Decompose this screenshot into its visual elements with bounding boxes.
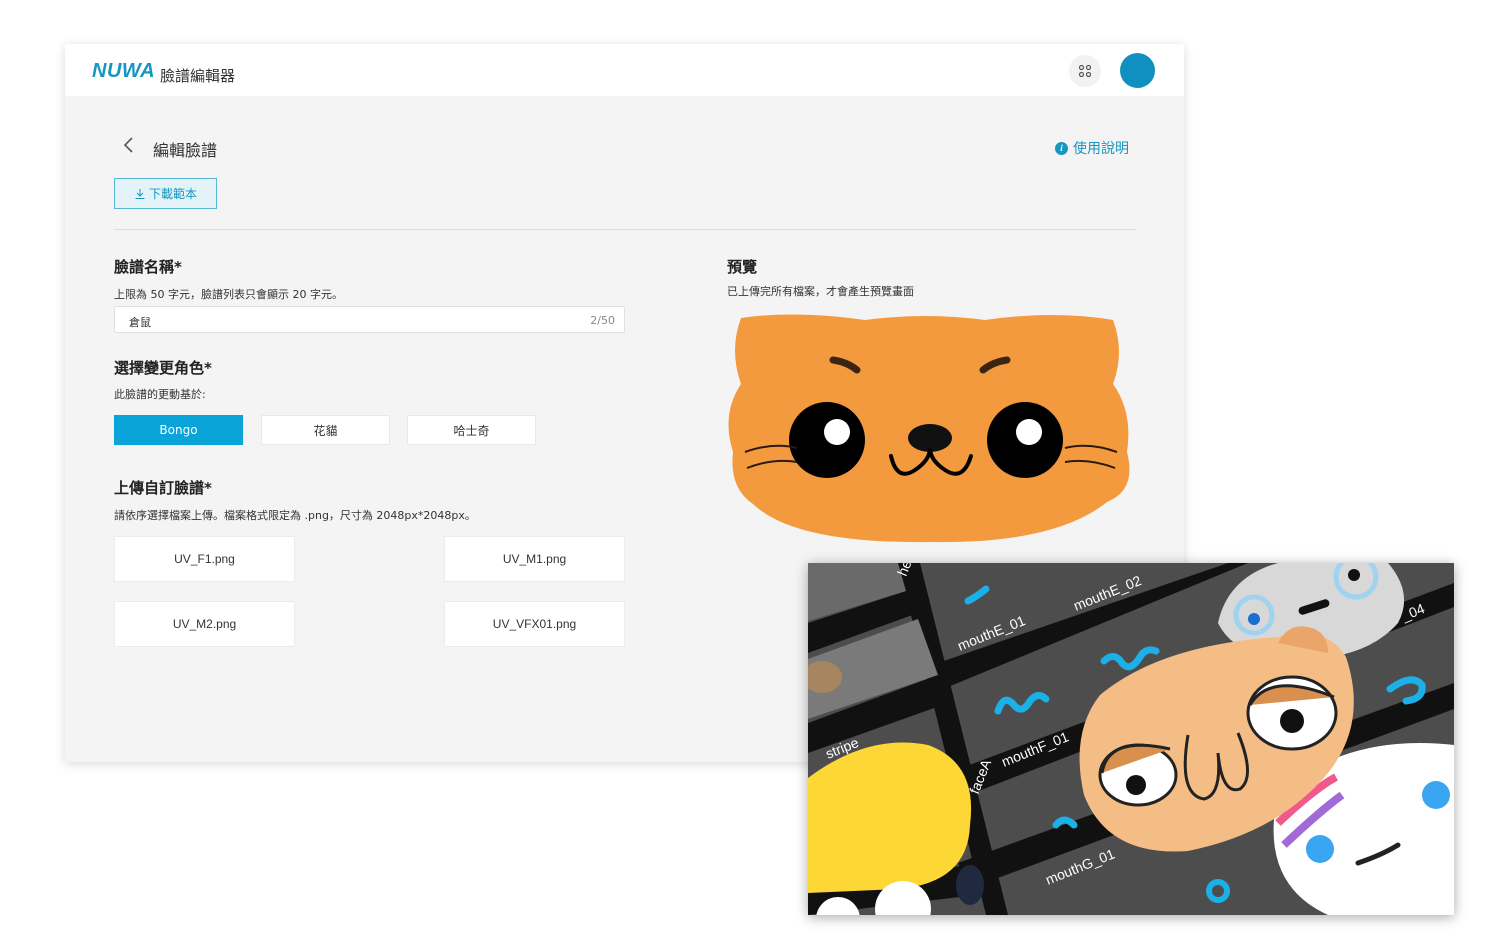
help-link[interactable]: i 使用說明	[1055, 138, 1129, 158]
face-name-title: 臉譜名稱*	[114, 258, 182, 276]
user-avatar[interactable]	[1120, 53, 1155, 88]
role-option-cat[interactable]: 花貓	[261, 415, 390, 445]
face-name-input[interactable]: 倉鼠 2/50	[114, 306, 625, 333]
cat-face-preview	[728, 314, 1130, 543]
download-icon	[135, 188, 145, 199]
role-option-husky[interactable]: 哈士奇	[407, 415, 536, 445]
upload-slot-uv-m2[interactable]: UV_M2.png	[114, 601, 295, 647]
grid-icon	[1078, 64, 1092, 78]
preview-title: 預覽	[727, 258, 758, 276]
upload-slot-uv-m1[interactable]: UV_M1.png	[444, 536, 625, 582]
char-counter: 2/50	[590, 314, 615, 327]
face-name-value: 倉鼠	[129, 316, 151, 329]
help-label: 使用說明	[1073, 141, 1129, 157]
apps-grid-button[interactable]	[1069, 55, 1101, 87]
upload-desc: 請依序選擇檔案上傳。檔案格式限定為 .png，尺寸為 2048px*2048px…	[114, 509, 476, 522]
download-label: 下載範本	[148, 187, 197, 201]
stage: NUWA 臉譜編輯器 編輯臉譜 i 使用說明 下載範本 臉譜名稱* 上限為 50…	[0, 0, 1500, 938]
page-title: 編輯臉譜	[153, 141, 218, 160]
preview-desc: 已上傳完所有檔案，才會產生預覽畫面	[727, 285, 914, 298]
uv-texture-art: mouthE_01mouthE_02mouthF_01mouthG_01stri…	[808, 563, 1454, 915]
download-template-button[interactable]: 下載範本	[114, 178, 217, 209]
info-icon: i	[1055, 141, 1068, 155]
role-option-bongo[interactable]: Bongo	[114, 415, 243, 445]
upload-slot-uv-vfx01[interactable]: UV_VFX01.png	[444, 601, 625, 647]
upload-title: 上傳自訂臉譜*	[114, 479, 212, 497]
upload-slot-uv-f1[interactable]: UV_F1.png	[114, 536, 295, 582]
back-button[interactable]	[119, 135, 139, 155]
uv-texture-image: mouthE_01 mouthE_02 mouthF_01 mouthG_01 stri…	[808, 563, 1454, 915]
chevron-left-icon	[123, 137, 133, 153]
role-desc: 此臉譜的更動基於:	[114, 388, 206, 401]
divider	[114, 229, 1136, 230]
face-name-desc: 上限為 50 字元，臉譜列表只會顯示 20 字元。	[114, 288, 343, 301]
role-title: 選擇變更角色*	[114, 359, 212, 377]
top-bar: NUWA 臉譜編輯器	[65, 44, 1184, 96]
nuwa-logo: NUWA	[92, 60, 156, 82]
app-name: 臉譜編輯器	[160, 67, 236, 85]
